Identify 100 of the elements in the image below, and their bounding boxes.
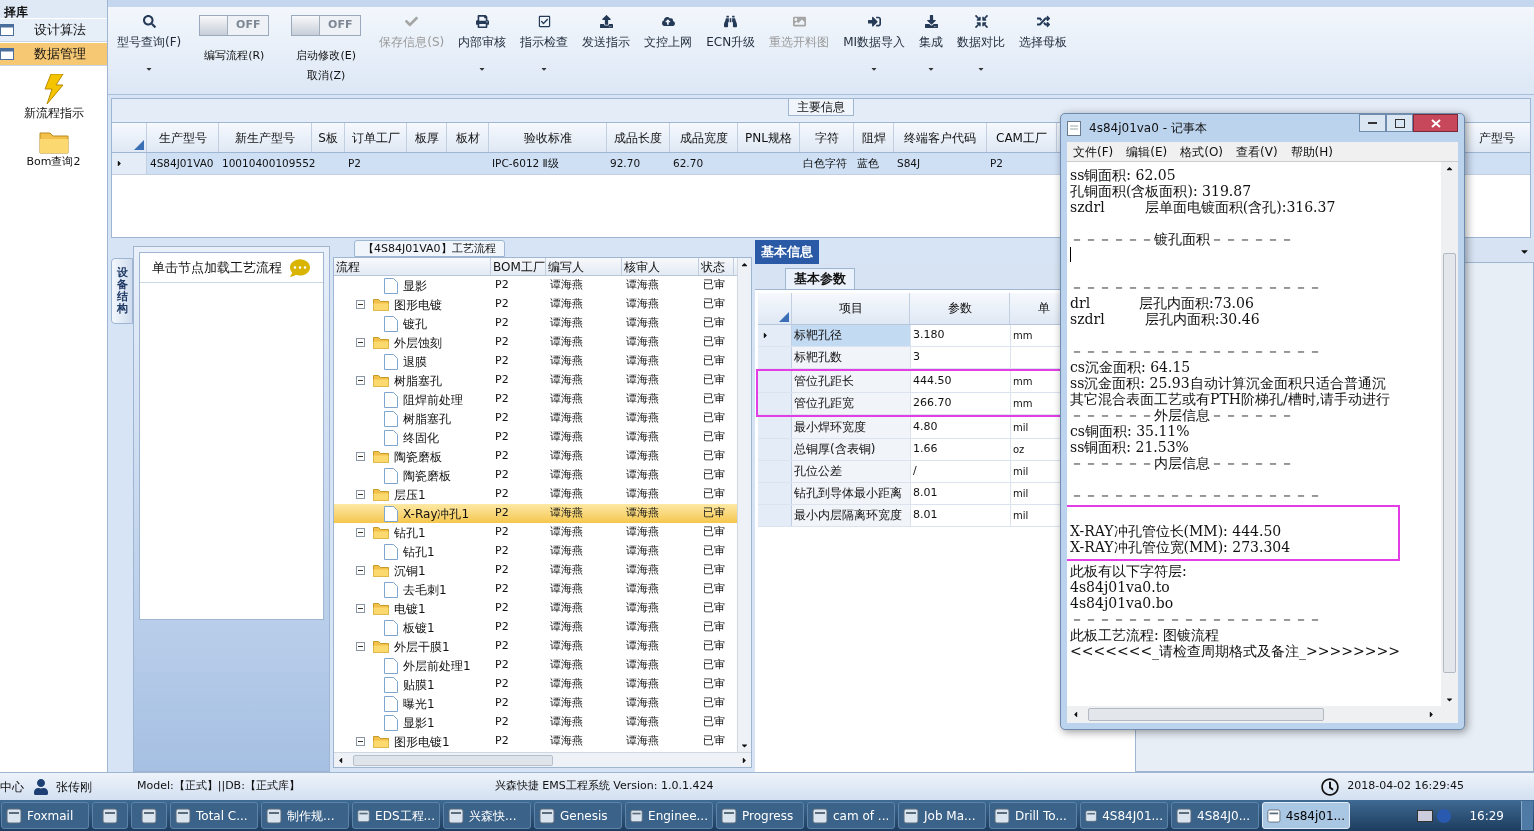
taskbar-button[interactable]: cam of ... <box>807 802 895 829</box>
collapse-icon[interactable] <box>356 338 365 347</box>
taskbar-button[interactable]: Enginee... <box>625 802 713 829</box>
sub-tab[interactable]: 基本参数 <box>785 267 855 289</box>
column-header[interactable]: 新生产型号 <box>219 123 312 152</box>
column-header[interactable]: 终端客户代码 <box>894 123 987 152</box>
scroll-left-icon[interactable] <box>336 755 345 765</box>
tree-row[interactable]: 去毛刺1 P2 谭海燕 谭海燕 已审 <box>334 580 737 599</box>
tree-row[interactable]: 显影1 P2 谭海燕 谭海燕 已审 <box>334 713 737 732</box>
shortcut-item[interactable]: Bom查询2 <box>0 130 107 171</box>
toolbar-button[interactable]: ECN升级 <box>705 15 757 51</box>
horizontal-scrollbar[interactable] <box>1067 706 1458 723</box>
collapse-icon[interactable] <box>356 300 365 309</box>
scroll-down-icon[interactable] <box>1445 695 1454 704</box>
column-header[interactable]: 板材 <box>447 123 489 152</box>
toolbar-button[interactable]: 集成 <box>918 15 945 73</box>
panel-tab[interactable]: 基本信息 <box>755 240 819 264</box>
taskbar-button[interactable]: 4s84j01... <box>1262 802 1350 829</box>
scroll-left-icon[interactable] <box>1071 710 1080 719</box>
collapse-icon[interactable] <box>356 490 365 499</box>
panel-tab[interactable]: 【4S84J01VA0】工艺流程 <box>354 240 505 257</box>
taskbar-button[interactable] <box>92 802 128 829</box>
tree-row[interactable]: 外层前处理1 P2 谭海燕 谭海燕 已审 <box>334 656 737 675</box>
vertical-scrollbar[interactable] <box>737 258 751 752</box>
tree-row[interactable]: 板镀1 P2 谭海燕 谭海燕 已审 <box>334 618 737 637</box>
column-header[interactable]: 字符 <box>800 123 854 152</box>
tree-row[interactable]: 图形电镀1 P2 谭海燕 谭海燕 已审 <box>334 732 737 751</box>
horizontal-scrollbar[interactable] <box>334 752 751 767</box>
taskbar-button[interactable]: Total C... <box>170 802 258 829</box>
collapse-icon[interactable] <box>356 376 365 385</box>
column-header[interactable]: BOM工厂 <box>491 258 546 275</box>
taskbar-button[interactable]: EDS工程... <box>352 802 440 829</box>
tree-row[interactable]: 树脂塞孔 P2 谭海燕 谭海燕 已审 <box>334 371 737 390</box>
column-header[interactable]: 参数 <box>910 292 1010 324</box>
toolbar-button[interactable]: MI数据导入 <box>842 15 907 73</box>
taskbar-button[interactable]: 兴森快... <box>443 802 531 829</box>
tree-row[interactable]: 层压1 P2 谭海燕 谭海燕 已审 <box>334 485 737 504</box>
taskbar-button[interactable]: 制作规... <box>261 802 349 829</box>
column-header[interactable]: 订单工厂 <box>345 123 407 152</box>
clock-text[interactable]: 16:29 <box>1455 806 1518 825</box>
taskbar-button[interactable]: Job Ma... <box>898 802 986 829</box>
taskbar-button[interactable]: Genesis <box>534 802 622 829</box>
tree-row[interactable]: 贴膜1 P2 谭海燕 谭海燕 已审 <box>334 675 737 694</box>
collapse-icon[interactable] <box>356 604 365 613</box>
tree-row[interactable]: 陶瓷磨板 P2 谭海燕 谭海燕 已审 <box>334 466 737 485</box>
collapse-icon[interactable] <box>356 566 365 575</box>
tree-row[interactable]: 电镀1 P2 谭海燕 谭海燕 已审 <box>334 599 737 618</box>
column-header[interactable]: 板厚 <box>407 123 447 152</box>
collapse-icon[interactable] <box>356 642 365 651</box>
tree-row[interactable]: 陶瓷磨板 P2 谭海燕 谭海燕 已审 <box>334 447 737 466</box>
taskbar-button[interactable]: Foxmail <box>1 802 89 829</box>
column-header[interactable]: 核审人 <box>622 258 699 275</box>
tree-row[interactable]: 外层蚀刻 P2 谭海燕 谭海燕 已审 <box>334 333 737 352</box>
scroll-right-icon[interactable] <box>740 755 749 765</box>
taskbar-button[interactable]: Progress <box>716 802 804 829</box>
toolbar-button[interactable]: 型号查询(F) <box>116 15 183 73</box>
tree-row[interactable]: 沉铜1 P2 谭海燕 谭海燕 已审 <box>334 561 737 580</box>
scroll-up-icon[interactable] <box>1445 164 1454 173</box>
tree-row[interactable]: 曝光1 P2 谭海燕 谭海燕 已审 <box>334 694 737 713</box>
scroll-right-icon[interactable] <box>1427 710 1436 719</box>
taskbar-button[interactable]: 4S84J01... <box>1080 802 1168 829</box>
tree-row[interactable]: 钻孔1 P2 谭海燕 谭海燕 已审 <box>334 523 737 542</box>
tree-row[interactable]: 外层干膜1 P2 谭海燕 谭海燕 已审 <box>334 637 737 656</box>
close-button[interactable] <box>1413 114 1458 132</box>
sidebar-item[interactable]: 数据管理 <box>0 43 107 66</box>
column-header[interactable]: 编写人 <box>546 258 622 275</box>
taskbar-button[interactable] <box>131 802 167 829</box>
column-header[interactable]: 阻焊 <box>854 123 894 152</box>
minimize-button[interactable] <box>1359 114 1386 132</box>
toolbar-button[interactable]: 文控上网 <box>643 15 694 51</box>
column-header[interactable]: CAM工厂 <box>987 123 1057 152</box>
toolbar-button[interactable]: 数据对比 <box>956 15 1007 73</box>
taskbar-button[interactable]: Drill To... <box>989 802 1077 829</box>
sidebar-item[interactable]: 设计算法 <box>0 19 107 42</box>
toolbar-button[interactable]: 发送指示 <box>581 15 632 51</box>
taskbar-button[interactable]: 4S84J0... <box>1171 802 1259 829</box>
tree-row[interactable]: 终固化 P2 谭海燕 谭海燕 已审 <box>334 428 737 447</box>
tree-row[interactable]: 树脂塞孔 P2 谭海燕 谭海燕 已审 <box>334 409 737 428</box>
tree-row[interactable]: 钻孔1 P2 谭海燕 谭海燕 已审 <box>334 542 737 561</box>
collapse-icon[interactable] <box>356 737 365 746</box>
tree-row[interactable]: 图形电镀 P2 谭海燕 谭海燕 已审 <box>334 295 737 314</box>
column-header[interactable]: 生产型号 <box>147 123 219 152</box>
column-header[interactable]: 流程 <box>334 258 491 275</box>
column-header[interactable]: 成品宽度 <box>670 123 738 152</box>
column-header[interactable]: S板 <box>312 123 345 152</box>
toolbar-button[interactable]: 指示检查 <box>519 15 570 73</box>
maximize-button[interactable] <box>1386 114 1413 132</box>
column-header[interactable]: 产型号 <box>1475 123 1530 152</box>
toolbar-button[interactable]: 选择母板 <box>1018 15 1069 51</box>
column-header[interactable]: 状态 <box>699 258 734 275</box>
column-header[interactable]: PNL规格 <box>738 123 800 152</box>
tree-row[interactable]: X-Ray冲孔1 P2 谭海燕 谭海燕 已审 <box>334 504 737 523</box>
tree-row[interactable]: 阻焊前处理 P2 谭海燕 谭海燕 已审 <box>334 390 737 409</box>
toolbar-button[interactable]: 内部审核 <box>457 15 508 73</box>
column-header[interactable]: 项目 <box>792 292 910 324</box>
tree-row[interactable]: 退膜 P2 谭海燕 谭海燕 已审 <box>334 352 737 371</box>
vertical-tab[interactable]: 设备结构 <box>111 258 133 325</box>
collapse-icon[interactable] <box>356 528 365 537</box>
collapse-icon[interactable] <box>356 452 365 461</box>
tree-row[interactable]: 镀孔 P2 谭海燕 谭海燕 已审 <box>334 314 737 333</box>
